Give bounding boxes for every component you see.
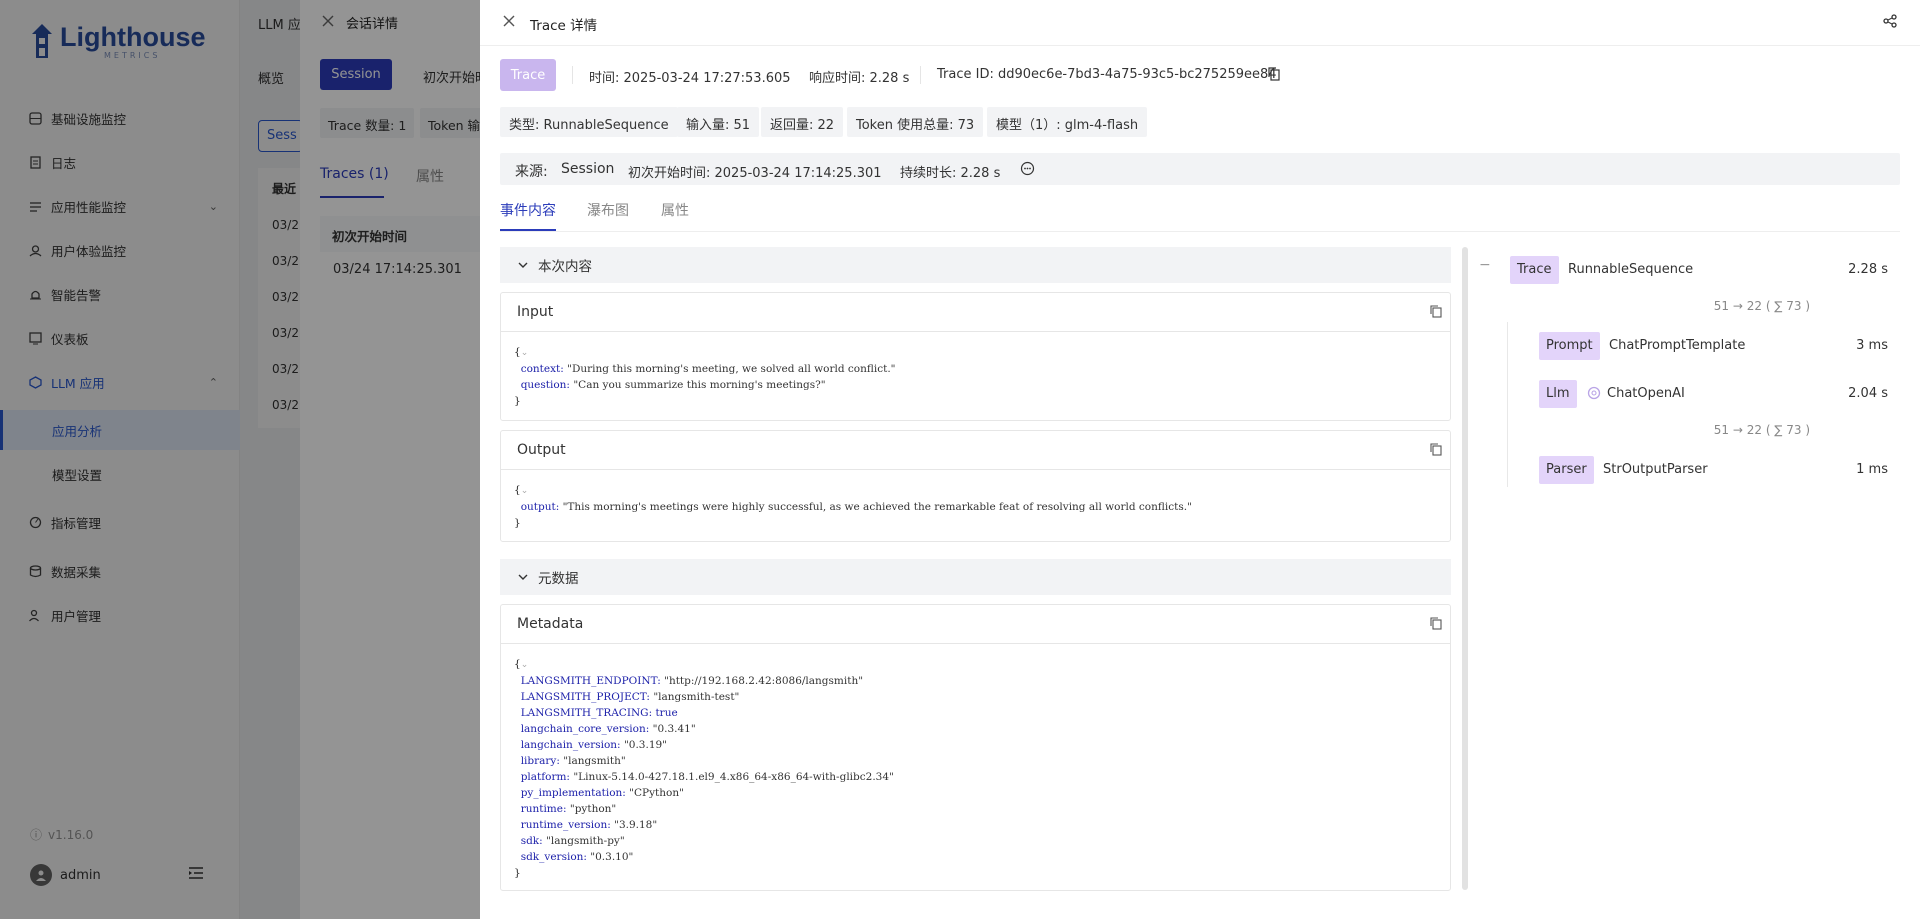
tab-event-content[interactable]: 事件内容 [500, 200, 556, 220]
more-icon[interactable] [1020, 161, 1035, 180]
tree-node-parser[interactable]: Parser StrOutputParser 1 ms [1539, 456, 1900, 484]
node-tag: Llm [1539, 380, 1577, 408]
node-duration: 1 ms [1856, 462, 1888, 477]
node-tokens: 51 → 22 ( ∑ 73 ) [1713, 423, 1810, 437]
node-duration: 2.04 s [1848, 386, 1888, 401]
output-card-title: Output [501, 431, 1450, 470]
section-title: 本次内容 [538, 259, 592, 275]
node-name: ChatOpenAI [1607, 386, 1685, 401]
divider [920, 66, 921, 84]
model-pill: 模型（1）: glm-4-flash [987, 107, 1148, 137]
node-tag: Parser [1539, 456, 1594, 484]
tab-attributes[interactable]: 属性 [661, 200, 689, 220]
node-duration: 2.28 s [1848, 262, 1888, 277]
tab-indicator [500, 229, 556, 231]
node-tokens: 51 → 22 ( ∑ 73 ) [1713, 299, 1810, 313]
share-icon[interactable] [1883, 14, 1899, 30]
trace-drawer-title: Trace 详情 [530, 18, 598, 34]
openai-icon [1587, 386, 1601, 404]
chevron-down-icon [518, 257, 528, 273]
trace-time: 时间: 2025-03-24 17:27:53.605 [589, 71, 791, 86]
fold-icon[interactable]: ⌄ [521, 348, 529, 358]
metadata-card-title: Metadata [501, 605, 1450, 644]
node-duration: 3 ms [1856, 338, 1888, 353]
tree-connector [1507, 322, 1508, 487]
input-count-pill: 输入量: 51 [677, 107, 760, 137]
input-card-title: Input [501, 293, 1450, 332]
tabs-divider [500, 231, 1900, 232]
tree-node-root[interactable]: Trace RunnableSequence 2.28 s [1510, 256, 1900, 284]
trace-id: Trace ID: dd90ec6e-7bd3-4a75-93c5-bc2752… [937, 67, 1277, 82]
content-section-header[interactable]: 本次内容 [500, 247, 1451, 283]
scrollbar[interactable] [1462, 247, 1468, 890]
tree-node-prompt[interactable]: Prompt ChatPromptTemplate 3 ms [1539, 332, 1900, 360]
input-json: {⌄ context: "During this morning's meeti… [514, 346, 896, 407]
copy-icon[interactable] [1268, 67, 1280, 85]
output-json: {⌄ output: "This morning's meetings were… [514, 484, 1192, 529]
source-start-time: 初次开始时间: 2025-03-24 17:14:25.301 [628, 166, 882, 181]
metadata-card: Metadata {⌄ LANGSMITH_ENDPOINT: "http://… [500, 604, 1451, 891]
node-tag: Trace [1510, 256, 1559, 284]
tab-waterfall[interactable]: 瀑布图 [587, 200, 629, 220]
fold-icon[interactable]: ⌄ [521, 660, 529, 670]
trace-drawer-header [480, 0, 1920, 46]
token-total-pill: Token 使用总量: 73 [847, 107, 984, 137]
close-icon[interactable] [502, 14, 518, 30]
trace-type-badge: Trace [500, 59, 556, 91]
chevron-down-icon [518, 569, 528, 585]
node-name: ChatPromptTemplate [1609, 338, 1746, 353]
node-tag: Prompt [1539, 332, 1600, 360]
source-duration: 持续时长: 2.28 s [900, 166, 1001, 181]
copy-icon[interactable] [1430, 443, 1442, 460]
output-card: Output {⌄ output: "This morning's meetin… [500, 430, 1451, 542]
metadata-section-header[interactable]: 元数据 [500, 559, 1451, 595]
collapse-tree-icon[interactable]: − [1479, 257, 1491, 273]
metadata-json: {⌄ LANGSMITH_ENDPOINT: "http://192.168.2… [514, 658, 894, 879]
copy-icon[interactable] [1430, 617, 1442, 634]
source-label: 来源: [515, 164, 548, 180]
node-name: StrOutputParser [1603, 462, 1708, 477]
type-pill: 类型: RunnableSequence [500, 107, 678, 137]
section-title: 元数据 [538, 571, 579, 587]
copy-icon[interactable] [1430, 305, 1442, 322]
divider [572, 66, 573, 84]
node-name: RunnableSequence [1568, 262, 1694, 277]
fold-icon[interactable]: ⌄ [521, 486, 529, 496]
return-count-pill: 返回量: 22 [761, 107, 844, 137]
response-time: 响应时间: 2.28 s [809, 71, 910, 86]
input-card: Input {⌄ context: "During this morning's… [500, 292, 1451, 421]
tree-node-llm[interactable]: Llm ChatOpenAI 2.04 s [1539, 380, 1900, 408]
source-value: Session [561, 161, 615, 177]
